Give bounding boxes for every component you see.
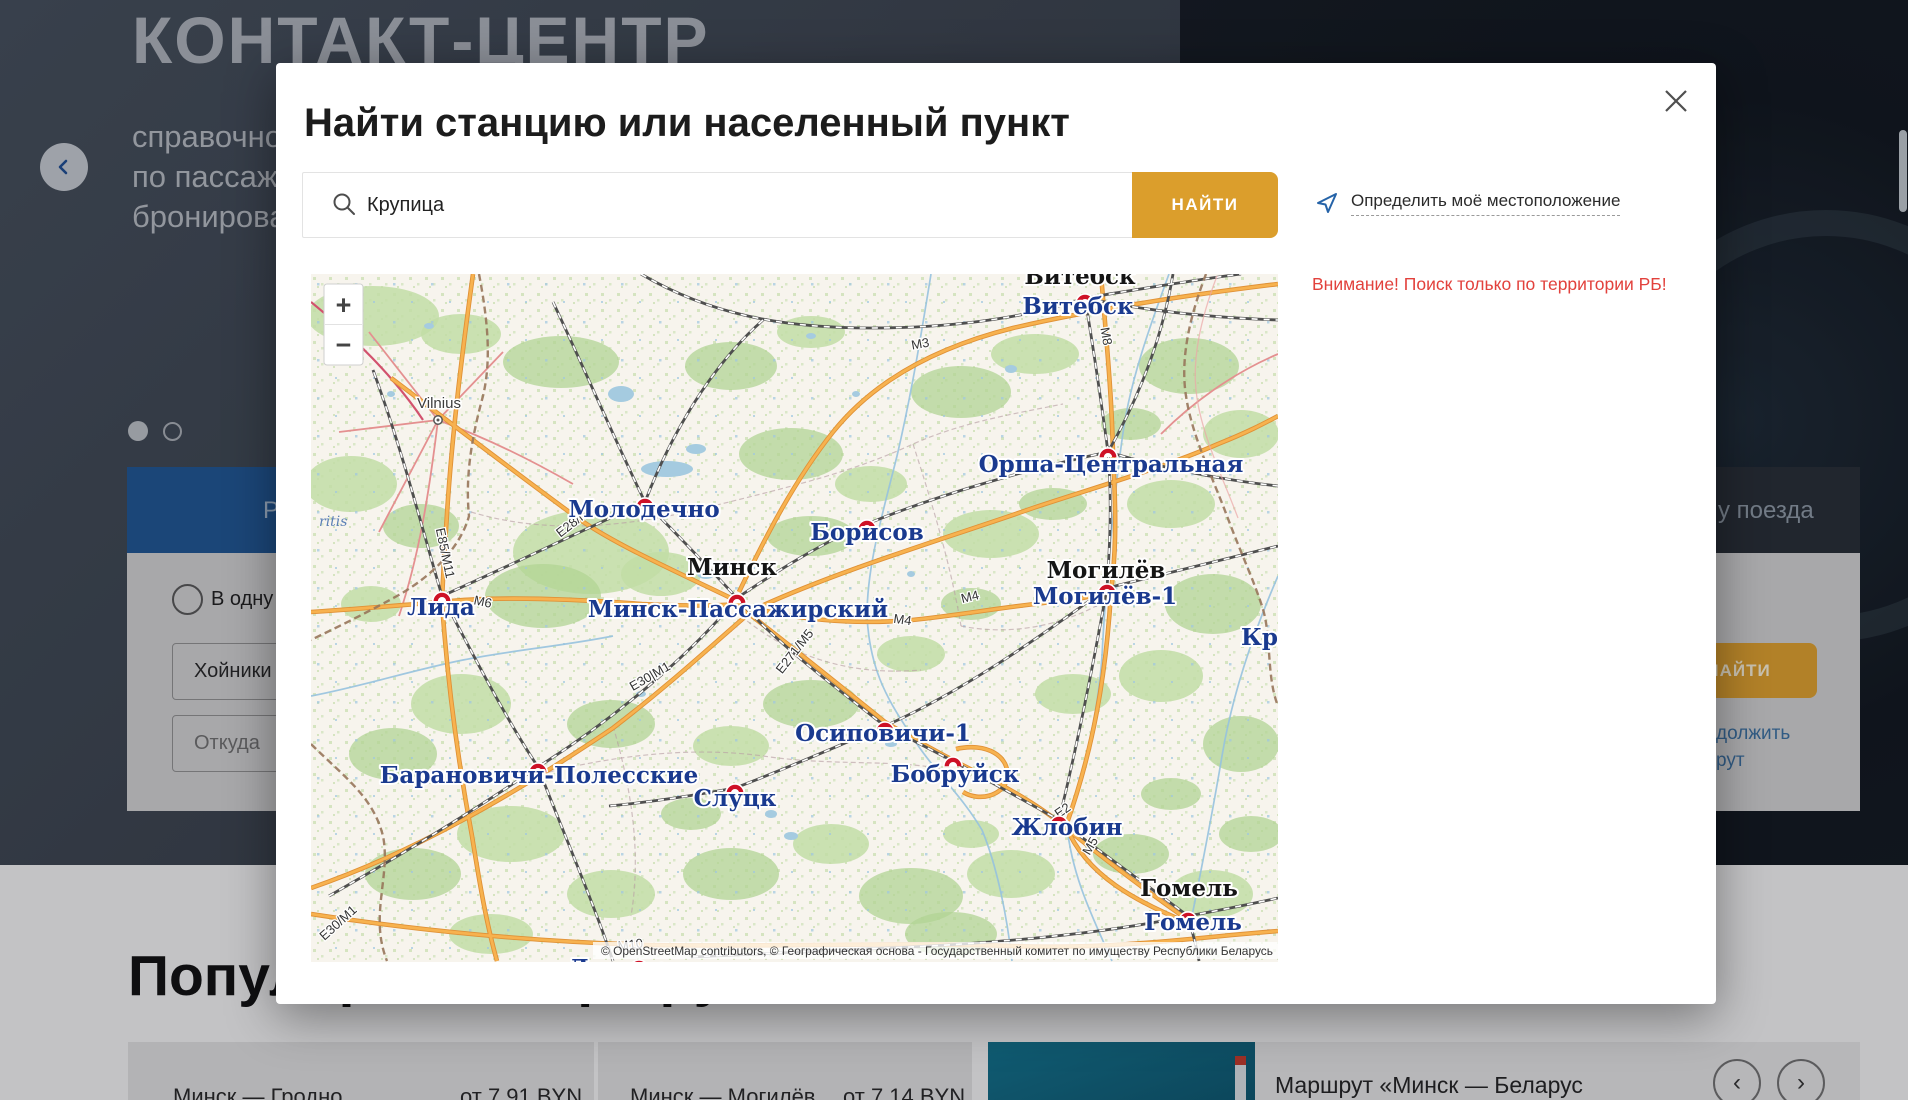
station-label[interactable]: Лида <box>407 594 475 621</box>
find-button[interactable]: НАЙТИ <box>1132 172 1278 238</box>
page: КОНТАКТ-ЦЕНТР справочно по пассаж бронир… <box>0 0 1908 1100</box>
location-arrow-icon <box>1315 191 1339 215</box>
station-label[interactable]: Орша-Центральная <box>979 451 1244 478</box>
find-station-modal: Найти станцию или населенный пункт НАЙТИ… <box>276 63 1716 1004</box>
station-label[interactable]: Минск-Пассажирский <box>588 596 888 623</box>
map-canvas[interactable]: ВитебскМинскМогилёвГомельVilniusM3M8E28/… <box>311 274 1278 962</box>
locate-me-label: Определить моё местоположение <box>1351 191 1620 216</box>
city-label: Витебск <box>1024 274 1136 290</box>
search-input[interactable] <box>302 172 1132 238</box>
city-label: Минск <box>687 554 777 581</box>
road-label: M3 <box>910 335 930 353</box>
city-label: Vilnius <box>417 395 461 412</box>
station-label[interactable]: Слуцк <box>694 785 777 812</box>
zoom-control: + − <box>324 284 363 365</box>
station-label[interactable]: Кричев <box>1241 624 1278 651</box>
zoom-out-button[interactable]: − <box>336 330 352 360</box>
station-label[interactable]: Молодечно <box>568 496 719 523</box>
scrollbar-thumb[interactable] <box>1899 130 1907 212</box>
zoom-in-button[interactable]: + <box>336 290 352 320</box>
road-label: M8 <box>1097 326 1115 346</box>
map-attribution[interactable]: © OpenStreetMap contributors, © Географи… <box>601 944 1273 958</box>
station-label[interactable]: Могилёв-1 <box>1033 583 1177 610</box>
station-label[interactable]: Жлобин <box>1012 814 1123 841</box>
territory-warning: Внимание! Поиск только по территории РБ! <box>1312 269 1684 300</box>
modal-title: Найти станцию или населенный пункт <box>304 101 1070 146</box>
road-label: M4 <box>893 611 913 628</box>
close-icon <box>1660 85 1692 117</box>
locate-me-link[interactable]: Определить моё местоположение <box>1315 191 1620 216</box>
close-button[interactable] <box>1660 85 1692 117</box>
river-name-fragment: ritis <box>319 514 347 530</box>
station-label[interactable]: Осиповичи-1 <box>795 720 971 747</box>
station-label[interactable]: Витебск <box>1022 293 1134 320</box>
station-label[interactable]: Гомель <box>1144 909 1242 936</box>
city-label: Могилёв <box>1047 557 1166 584</box>
station-label[interactable]: Барановичи-Полесские <box>380 762 698 789</box>
station-label[interactable]: Борисов <box>810 519 923 546</box>
city-label: Гомель <box>1140 875 1238 902</box>
map[interactable]: ВитебскМинскМогилёвГомельVilniusM3M8E28/… <box>311 274 1278 962</box>
station-label[interactable]: Бобруйск <box>891 761 1020 788</box>
